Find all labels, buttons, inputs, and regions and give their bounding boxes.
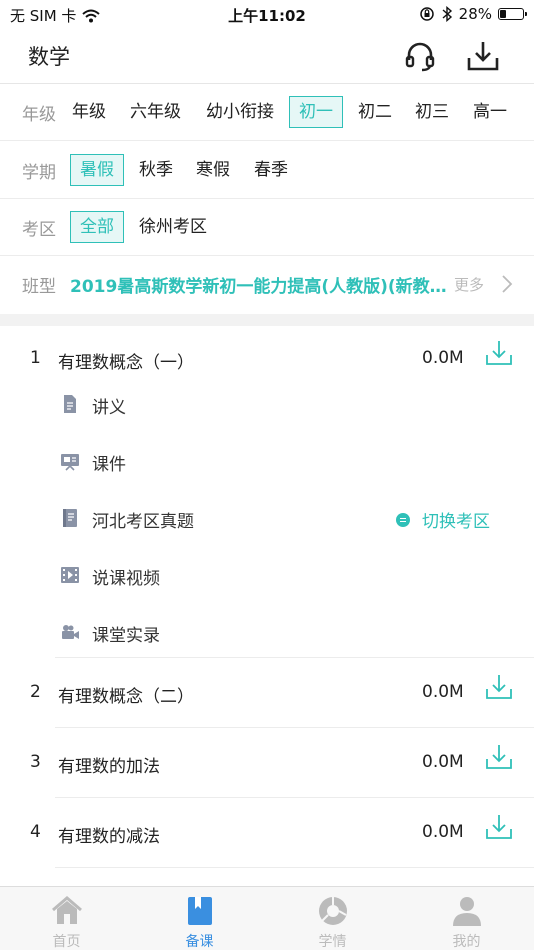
lesson-title: 有理数的减法 <box>58 827 160 847</box>
status-bar: 无 SIM 卡 上午11:02 28% <box>0 0 534 30</box>
exam-book-icon <box>63 509 77 527</box>
material-recording[interactable]: 课堂实录 <box>0 604 534 661</box>
grade-option[interactable]: 初二 <box>348 96 402 128</box>
switch-icon <box>396 512 410 527</box>
orientation-lock-icon <box>419 7 434 21</box>
term-option[interactable]: 寒假 <box>186 154 240 186</box>
lesson-size: 0.0M <box>422 682 464 702</box>
document-icon <box>64 395 76 413</box>
tab-label: 我的 <box>452 934 481 950</box>
material-label: 讲义 <box>92 398 126 418</box>
tab-label: 学情 <box>318 934 347 950</box>
grade-option[interactable]: 初三 <box>405 96 459 128</box>
lesson-number: 4 <box>30 822 41 842</box>
more-link[interactable]: 更多 <box>454 274 484 295</box>
grade-filter-row: 年级 年级 六年级 幼小衔接 初一 初二 初三 高一 <box>0 84 534 141</box>
material-exam[interactable]: 河北考区真题 切换考区 <box>0 490 534 547</box>
headset-icon[interactable] <box>402 38 438 74</box>
lesson-title: 有理数概念（二） <box>58 687 194 707</box>
lesson-item[interactable]: 2 有理数概念（二） 0.0M <box>0 658 534 728</box>
class-type-row[interactable]: 班型 2019暑高斯数学新初一能力提高(人教版)(新教材) 更多 <box>0 256 534 313</box>
tab-profile[interactable]: 我的 <box>400 887 533 950</box>
lesson-title: 有理数概念（一） <box>58 353 194 373</box>
pie-chart-icon <box>318 897 347 925</box>
download-icon[interactable] <box>484 338 514 368</box>
tab-label: 备课 <box>185 934 214 950</box>
region-option[interactable]: 徐州考区 <box>129 211 217 243</box>
class-type-label: 班型 <box>22 277 56 297</box>
nav-bar: 数学 <box>0 30 534 84</box>
chevron-right-icon[interactable] <box>500 273 514 295</box>
region-option-selected[interactable]: 全部 <box>70 211 124 243</box>
battery-percent: 28% <box>458 5 492 23</box>
bookmark-book-icon <box>187 897 212 925</box>
grade-filter-label: 年级 <box>22 105 56 125</box>
class-type-value[interactable]: 2019暑高斯数学新初一能力提高(人教版)(新教材) <box>70 272 450 297</box>
region-filter-row: 考区 全部 徐州考区 <box>0 199 534 256</box>
lesson-number: 3 <box>30 752 41 772</box>
tab-label: 首页 <box>52 934 81 950</box>
material-label: 河北考区真题 <box>92 512 194 532</box>
lesson-item[interactable]: 4 有理数的减法 0.0M <box>0 798 534 868</box>
term-option[interactable]: 春季 <box>244 154 298 186</box>
material-label: 课堂实录 <box>92 626 160 646</box>
divider <box>55 867 534 868</box>
grade-option[interactable]: 幼小衔接 <box>196 96 284 128</box>
grade-option[interactable]: 高一 <box>463 96 517 128</box>
section-gap <box>0 314 534 326</box>
lesson-size: 0.0M <box>422 348 464 368</box>
lesson-number: 2 <box>30 682 41 702</box>
tab-home[interactable]: 首页 <box>0 887 133 950</box>
switch-region-label: 切换考区 <box>422 512 490 532</box>
tab-prepare[interactable]: 备课 <box>133 887 266 950</box>
tab-bar: 首页 备课 学情 我的 <box>0 886 534 950</box>
page-title: 数学 <box>28 45 70 69</box>
film-icon <box>61 567 79 583</box>
lesson-item[interactable]: 1 有理数概念（一） 0.0M 讲义 课件 河北考区真题 切换考区 说课视频 课… <box>0 326 534 658</box>
grade-option[interactable]: 六年级 <box>120 96 191 128</box>
material-slides[interactable]: 课件 <box>0 433 534 490</box>
bluetooth-icon <box>442 6 452 22</box>
user-icon <box>452 897 481 926</box>
term-filter-label: 学期 <box>22 163 56 183</box>
battery-icon <box>498 8 527 20</box>
status-right: 28% <box>419 5 527 23</box>
download-icon[interactable] <box>484 742 514 772</box>
grade-option-selected[interactable]: 初一 <box>289 96 343 128</box>
switch-region-button[interactable]: 切换考区 <box>396 507 490 532</box>
material-label: 说课视频 <box>92 569 160 589</box>
material-label: 课件 <box>92 455 126 475</box>
grade-option[interactable]: 年级 <box>62 96 116 128</box>
download-icon[interactable] <box>465 38 501 74</box>
term-option-selected[interactable]: 暑假 <box>70 154 124 186</box>
lesson-size: 0.0M <box>422 822 464 842</box>
lesson-title: 有理数的加法 <box>58 757 160 777</box>
term-filter-row: 学期 暑假 秋季 寒假 春季 <box>0 142 534 199</box>
term-option[interactable]: 秋季 <box>129 154 183 186</box>
lesson-size: 0.0M <box>422 752 464 772</box>
lesson-item[interactable]: 3 有理数的加法 0.0M <box>0 728 534 798</box>
home-icon <box>51 896 82 924</box>
presentation-icon <box>61 454 79 471</box>
material-handout[interactable]: 讲义 <box>0 376 534 433</box>
download-icon[interactable] <box>484 672 514 702</box>
download-icon[interactable] <box>484 812 514 842</box>
region-filter-label: 考区 <box>22 220 56 240</box>
video-camera-icon <box>62 625 79 639</box>
material-video[interactable]: 说课视频 <box>0 547 534 604</box>
tab-analytics[interactable]: 学情 <box>266 887 399 950</box>
lesson-number: 1 <box>30 348 41 368</box>
